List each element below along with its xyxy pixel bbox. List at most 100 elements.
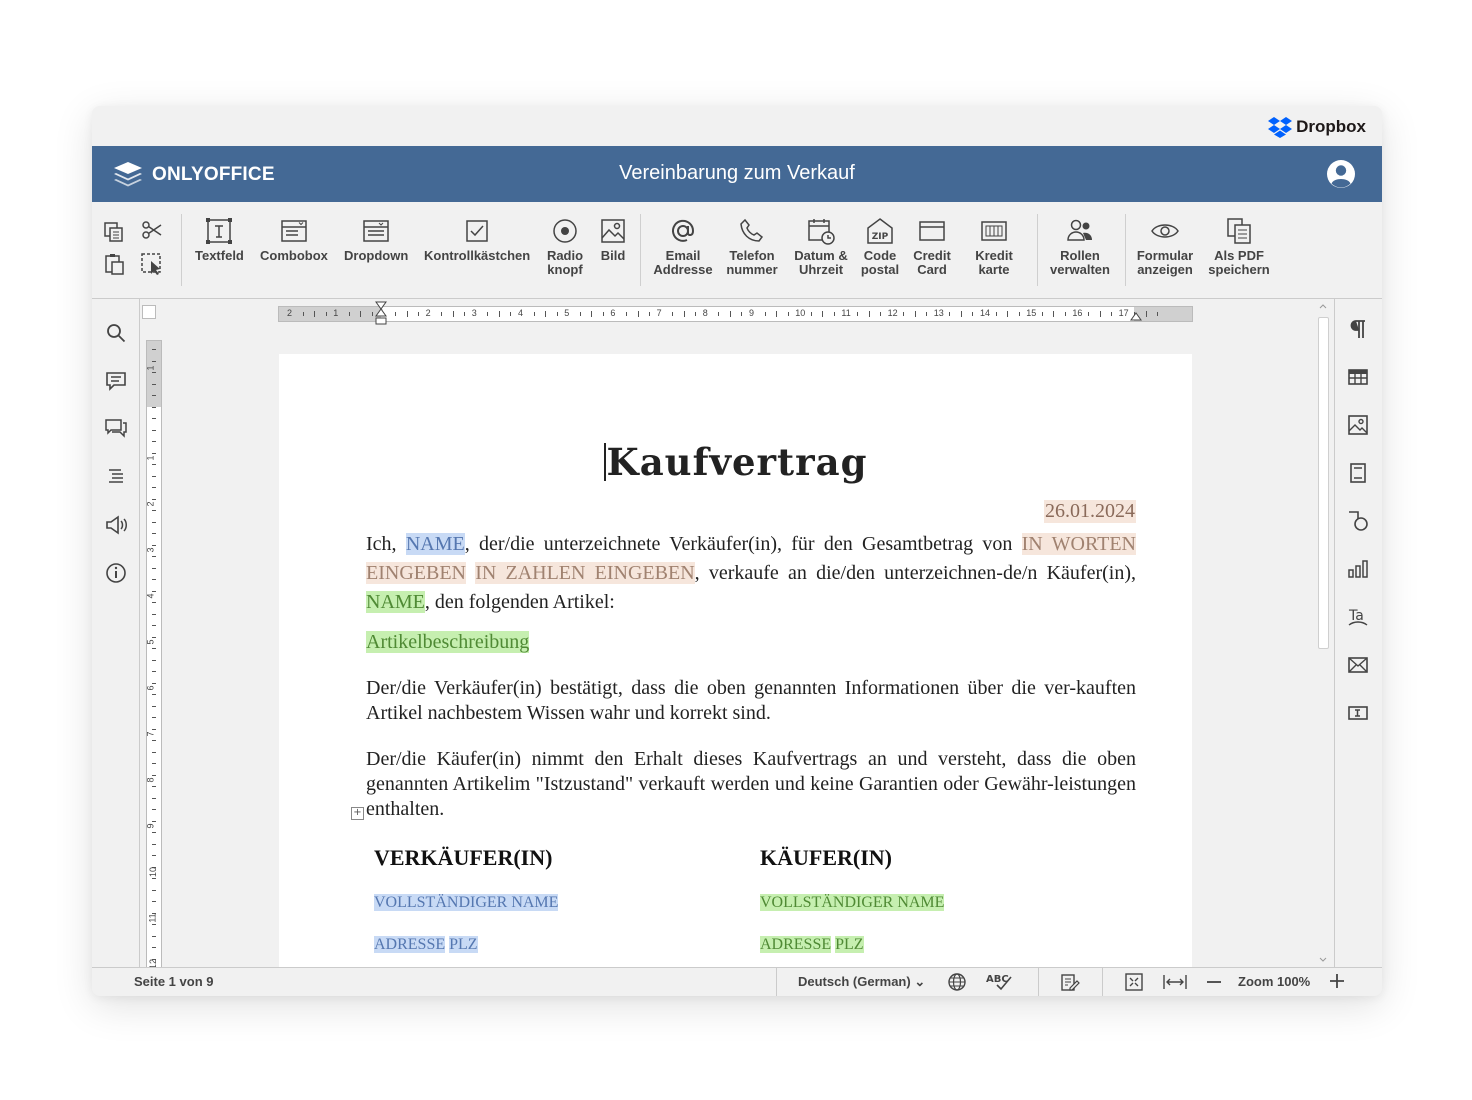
radio-button[interactable]: Radio knopf bbox=[544, 216, 586, 277]
seller-fullname-line: VOLLSTÄNDIGER NAME bbox=[374, 894, 559, 912]
buyer-address-field[interactable]: ADRESSE bbox=[760, 936, 832, 953]
table-move-handle-icon[interactable]: + bbox=[351, 807, 364, 820]
datetime-label: Datum & Uhrzeit bbox=[794, 248, 848, 277]
ruler-tick bbox=[591, 311, 593, 317]
ruler-tick bbox=[880, 312, 882, 316]
image-settings-icon[interactable] bbox=[1346, 413, 1370, 437]
zoom-out-icon[interactable] bbox=[1204, 974, 1224, 990]
document-page[interactable]: Kaufvertrag 26.01.2024 Ich, NAME, der/di… bbox=[279, 354, 1192, 967]
chat-icon[interactable] bbox=[104, 417, 128, 441]
ruler-tick bbox=[152, 694, 156, 695]
combobox-button[interactable]: Combobox bbox=[260, 216, 328, 263]
view-form-button[interactable]: Formular anzeigen bbox=[1132, 216, 1198, 277]
ruler-tick bbox=[833, 312, 835, 316]
kredit-karte-button[interactable]: Kredit karte bbox=[970, 216, 1018, 277]
ruler-tick bbox=[152, 464, 156, 465]
paste-icon[interactable] bbox=[102, 252, 126, 276]
ruler-tick bbox=[1087, 312, 1089, 316]
kredit-karte-label: Kredit karte bbox=[975, 248, 1013, 277]
select-all-icon[interactable] bbox=[140, 252, 164, 276]
right-indent-marker-icon[interactable] bbox=[1130, 311, 1142, 321]
buyer-name-field[interactable]: NAME bbox=[366, 591, 425, 613]
scroll-up-icon[interactable] bbox=[1318, 301, 1328, 311]
globe-icon[interactable] bbox=[947, 972, 967, 992]
paragraph-mark-icon[interactable] bbox=[1346, 317, 1370, 341]
amount-numbers-field[interactable]: IN ZAHLEN EINGEBEN bbox=[475, 562, 695, 584]
vertical-ruler[interactable]: 1 1 2 3 4 5 6 7 8 9 10 11 12 bbox=[146, 340, 162, 967]
language-selector[interactable]: Deutsch (German) ⌄ bbox=[798, 974, 925, 990]
credit-card-button[interactable]: Credit Card bbox=[910, 216, 954, 277]
save-pdf-button[interactable]: Als PDF speichern bbox=[1204, 216, 1274, 277]
date-field[interactable]: 26.01.2024 bbox=[1044, 500, 1136, 523]
ruler-tick bbox=[348, 312, 350, 316]
ruler-tick bbox=[949, 312, 951, 316]
image-button[interactable]: Bild bbox=[598, 216, 628, 263]
fit-width-icon[interactable] bbox=[1162, 972, 1188, 992]
zoom-in-icon[interactable] bbox=[1328, 972, 1346, 990]
horizontal-ruler[interactable]: 211234567891011121314151617 bbox=[278, 306, 1193, 322]
form-settings-icon[interactable] bbox=[1346, 701, 1370, 725]
buyer-fullname-line: VOLLSTÄNDIGER NAME bbox=[760, 894, 945, 912]
user-avatar-icon[interactable] bbox=[1326, 159, 1356, 189]
eye-icon bbox=[1151, 224, 1179, 238]
ruler-tick bbox=[868, 311, 870, 317]
document-heading-text: Kaufvertrag bbox=[606, 440, 868, 484]
seller-name-field[interactable]: NAME bbox=[405, 533, 465, 555]
cut-icon[interactable] bbox=[140, 218, 164, 242]
comment-icon[interactable] bbox=[104, 369, 128, 393]
ruler-tick bbox=[1053, 311, 1055, 317]
buyer-address-line: ADRESSE PLZ bbox=[760, 936, 864, 954]
scroll-down-icon[interactable] bbox=[1318, 955, 1328, 965]
ruler-tick bbox=[152, 728, 156, 730]
ruler-number: 2 bbox=[145, 501, 156, 507]
seller-address-field[interactable]: ADRESSE bbox=[374, 936, 446, 953]
feedback-icon[interactable] bbox=[104, 513, 128, 537]
combobox-label: Combobox bbox=[260, 248, 328, 263]
ruler-number: 15 bbox=[1026, 308, 1037, 318]
kredit-karte-icon bbox=[981, 221, 1007, 241]
manage-roles-button[interactable]: Rollen verwalten bbox=[1046, 216, 1114, 277]
spellcheck-icon[interactable]: ABC bbox=[985, 971, 1017, 993]
seller-fullname-field[interactable]: VOLLSTÄNDIGER NAME bbox=[374, 894, 559, 911]
zip-button[interactable]: ZIP Code postal bbox=[858, 216, 902, 277]
email-button[interactable]: Email Addresse bbox=[650, 216, 716, 277]
buyer-fullname-field[interactable]: VOLLSTÄNDIGER NAME bbox=[760, 894, 945, 911]
navigation-icon[interactable] bbox=[104, 465, 128, 489]
fit-page-icon[interactable] bbox=[1124, 972, 1144, 992]
ruler-number: 10 bbox=[795, 308, 806, 318]
ruler-tick bbox=[152, 429, 156, 431]
copy-icon[interactable] bbox=[102, 220, 126, 244]
dropdown-label: Dropdown bbox=[344, 248, 409, 263]
article-description-field[interactable]: Artikelbeschreibung bbox=[366, 631, 530, 653]
zip-label: Code postal bbox=[860, 248, 900, 277]
dropdown-button[interactable]: Dropdown bbox=[344, 216, 408, 263]
phone-button[interactable]: Telefon nummer bbox=[722, 216, 782, 277]
search-icon[interactable] bbox=[104, 321, 128, 345]
track-changes-icon[interactable] bbox=[1060, 972, 1080, 992]
left-sidebar bbox=[92, 299, 140, 967]
scrollbar-thumb[interactable] bbox=[1318, 317, 1329, 649]
textfield-button[interactable]: Textfeld bbox=[195, 216, 244, 263]
radio-button-icon bbox=[553, 219, 577, 243]
text-art-icon[interactable]: Ta bbox=[1346, 605, 1370, 629]
ruler-tick bbox=[152, 682, 156, 684]
header-footer-icon[interactable] bbox=[1346, 461, 1370, 485]
chart-icon[interactable] bbox=[1346, 557, 1370, 581]
shape-icon[interactable] bbox=[1346, 509, 1370, 533]
ruler-tick bbox=[152, 855, 156, 856]
page-counter[interactable]: Seite 1 von 9 bbox=[134, 974, 213, 989]
mail-merge-icon[interactable] bbox=[1346, 653, 1370, 677]
seller-zip-field[interactable]: PLZ bbox=[449, 936, 478, 953]
ruler-corner[interactable] bbox=[142, 305, 156, 319]
ruler-tick bbox=[406, 311, 408, 317]
vertical-scrollbar[interactable] bbox=[1316, 299, 1330, 967]
indent-marker-icon[interactable] bbox=[375, 301, 387, 327]
datetime-button[interactable]: Datum & Uhrzeit bbox=[791, 216, 851, 277]
checkbox-button[interactable]: Kontrollkästchen bbox=[424, 216, 530, 263]
document-title: Vereinbarung zum Verkauf bbox=[619, 162, 855, 184]
ruler-tick bbox=[152, 889, 156, 891]
table-icon[interactable] bbox=[1346, 365, 1370, 389]
info-icon[interactable] bbox=[104, 561, 128, 585]
buyer-zip-field[interactable]: PLZ bbox=[835, 936, 864, 953]
roles-icon bbox=[1067, 219, 1092, 241]
